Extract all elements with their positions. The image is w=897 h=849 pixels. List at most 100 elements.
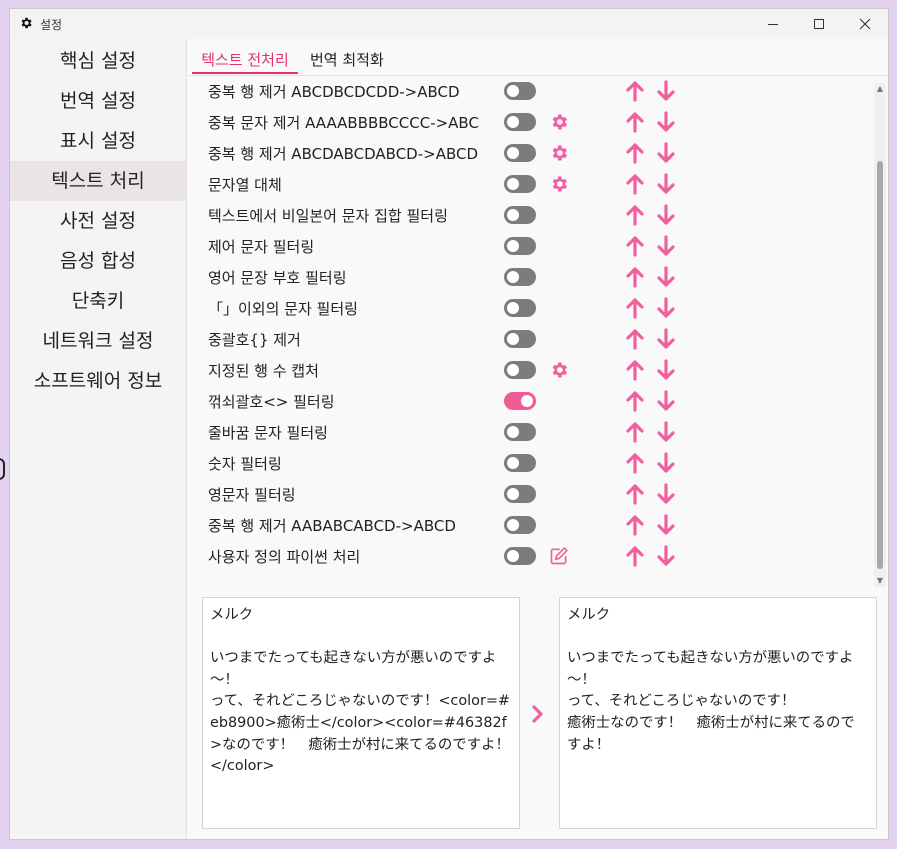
output-text-area[interactable]: メルク いつまでたっても起きない方が悪いのですよ～！ って、それどころじゃないの… xyxy=(559,597,877,829)
gear-icon[interactable] xyxy=(549,360,569,380)
filter-toggle[interactable] xyxy=(504,392,536,410)
sidebar-item[interactable]: 번역 설정 xyxy=(10,81,186,121)
arrow-down-icon[interactable] xyxy=(656,111,676,133)
sidebar-item[interactable]: 소프트웨어 정보 xyxy=(10,361,186,401)
arrow-up-icon[interactable] xyxy=(625,297,645,319)
gear-icon[interactable] xyxy=(549,143,569,163)
maximize-button[interactable] xyxy=(796,9,842,39)
input-text-area[interactable]: メルク いつまでたっても起きない方が悪いのですよ～！ って、それどころじゃないの… xyxy=(202,597,520,829)
sidebar-item[interactable]: 표시 설정 xyxy=(10,121,186,161)
arrow-down-icon[interactable] xyxy=(656,483,676,505)
filter-toggle[interactable] xyxy=(504,206,536,224)
filter-toggle[interactable] xyxy=(504,485,536,503)
filter-toggle[interactable] xyxy=(504,361,536,379)
sidebar-item[interactable]: 네트워크 설정 xyxy=(10,321,186,361)
filter-toggle[interactable] xyxy=(504,175,536,193)
main-panel: 텍스트 전처리 번역 최적화 중복 행 제거 ABCDBCDCDD->ABCD 중… xyxy=(188,39,888,839)
edit-icon[interactable] xyxy=(549,546,569,566)
scroll-down-arrow-icon[interactable]: ▼ xyxy=(874,575,886,587)
arrow-down-icon[interactable] xyxy=(656,545,676,567)
arrow-up-icon[interactable] xyxy=(625,204,645,226)
toggle-knob xyxy=(507,550,519,562)
filter-label: 중괄호{} 제거 xyxy=(208,331,301,349)
filter-toggle[interactable] xyxy=(504,113,536,131)
sidebar-item[interactable]: 사전 설정 xyxy=(10,201,186,241)
filter-label: 문자열 대체 xyxy=(208,176,282,194)
scrollbar[interactable]: ▲ ▼ xyxy=(874,83,886,587)
arrow-down-icon[interactable] xyxy=(656,204,676,226)
minimize-button[interactable] xyxy=(750,9,796,39)
arrow-up-icon[interactable] xyxy=(625,421,645,443)
arrow-down-icon[interactable] xyxy=(656,359,676,381)
minimize-icon xyxy=(768,24,778,25)
toggle-knob xyxy=(507,209,519,221)
filter-label: 숫자 필터링 xyxy=(208,455,282,473)
filter-list: 중복 행 제거 ABCDBCDCDD->ABCD 중복 문자 제거 AAAABBB… xyxy=(188,76,888,581)
arrow-up-icon[interactable] xyxy=(625,142,645,164)
filter-toggle[interactable] xyxy=(504,268,536,286)
arrow-down-icon[interactable] xyxy=(656,80,676,102)
filter-toggle[interactable] xyxy=(504,299,536,317)
filter-label: 중복 행 제거 ABCDABCDABCD->ABCD xyxy=(208,145,479,163)
filter-row: 텍스트에서 비일본어 문자 집합 필터링 xyxy=(188,200,868,231)
filter-toggle[interactable] xyxy=(504,82,536,100)
sidebar-item[interactable]: 단축키 xyxy=(10,281,186,321)
gear-icon[interactable] xyxy=(549,174,569,194)
arrow-up-icon[interactable] xyxy=(625,483,645,505)
filter-toggle[interactable] xyxy=(504,237,536,255)
filter-toggle[interactable] xyxy=(504,516,536,534)
arrow-down-icon[interactable] xyxy=(656,421,676,443)
arrow-down-icon[interactable] xyxy=(656,142,676,164)
filter-toggle[interactable] xyxy=(504,330,536,348)
toggle-knob xyxy=(507,519,519,531)
arrow-down-icon[interactable] xyxy=(656,452,676,474)
toggle-knob xyxy=(507,116,519,128)
toggle-knob xyxy=(521,395,533,407)
sidebar-item[interactable]: 핵심 설정 xyxy=(10,41,186,81)
arrow-down-icon[interactable] xyxy=(656,266,676,288)
arrow-up-icon[interactable] xyxy=(625,173,645,195)
tab-translation-optimization[interactable]: 번역 최적화 xyxy=(310,48,384,74)
maximize-icon xyxy=(814,19,824,29)
arrow-up-icon[interactable] xyxy=(625,328,645,350)
filter-row: 문자열 대체 xyxy=(188,169,868,200)
filter-row: 중복 행 제거 ABCDBCDCDD->ABCD xyxy=(188,76,868,107)
toggle-knob xyxy=(507,333,519,345)
tab-text-preprocessing[interactable]: 텍스트 전처리 xyxy=(192,48,298,74)
gear-icon xyxy=(21,17,32,29)
filter-row: 숫자 필터링 xyxy=(188,448,868,479)
arrow-down-icon[interactable] xyxy=(656,235,676,257)
arrow-up-icon[interactable] xyxy=(625,266,645,288)
arrow-down-icon[interactable] xyxy=(656,514,676,536)
scroll-up-arrow-icon[interactable]: ▲ xyxy=(874,83,886,95)
scrollbar-thumb[interactable] xyxy=(877,161,883,569)
sidebar-item[interactable]: 음성 합성 xyxy=(10,241,186,281)
arrow-up-icon[interactable] xyxy=(625,390,645,412)
toggle-knob xyxy=(507,271,519,283)
filter-toggle[interactable] xyxy=(504,144,536,162)
arrow-down-icon[interactable] xyxy=(656,328,676,350)
gear-icon[interactable] xyxy=(549,112,569,132)
filter-row: 중복 문자 제거 AAAABBBBCCCC->ABC xyxy=(188,107,868,138)
close-button[interactable] xyxy=(842,9,888,39)
arrow-down-icon[interactable] xyxy=(656,390,676,412)
filter-toggle[interactable] xyxy=(504,547,536,565)
arrow-down-icon[interactable] xyxy=(656,297,676,319)
arrow-up-icon[interactable] xyxy=(625,111,645,133)
filter-label: 제어 문자 필터링 xyxy=(208,238,315,256)
title-bar: 설정 xyxy=(10,9,888,39)
filter-label: 지정된 행 수 캡처 xyxy=(208,362,319,380)
arrow-up-icon[interactable] xyxy=(625,452,645,474)
arrow-up-icon[interactable] xyxy=(625,359,645,381)
filter-label: 영문자 필터링 xyxy=(208,486,296,504)
arrow-up-icon[interactable] xyxy=(625,235,645,257)
arrow-up-icon[interactable] xyxy=(625,514,645,536)
arrow-up-icon[interactable] xyxy=(625,545,645,567)
toggle-knob xyxy=(507,457,519,469)
sidebar-item[interactable]: 텍스트 처리 xyxy=(10,161,186,201)
arrow-down-icon[interactable] xyxy=(656,173,676,195)
filter-label: 중복 행 제거 ABCDBCDCDD->ABCD xyxy=(208,83,460,101)
filter-toggle[interactable] xyxy=(504,423,536,441)
filter-toggle[interactable] xyxy=(504,454,536,472)
arrow-up-icon[interactable] xyxy=(625,80,645,102)
